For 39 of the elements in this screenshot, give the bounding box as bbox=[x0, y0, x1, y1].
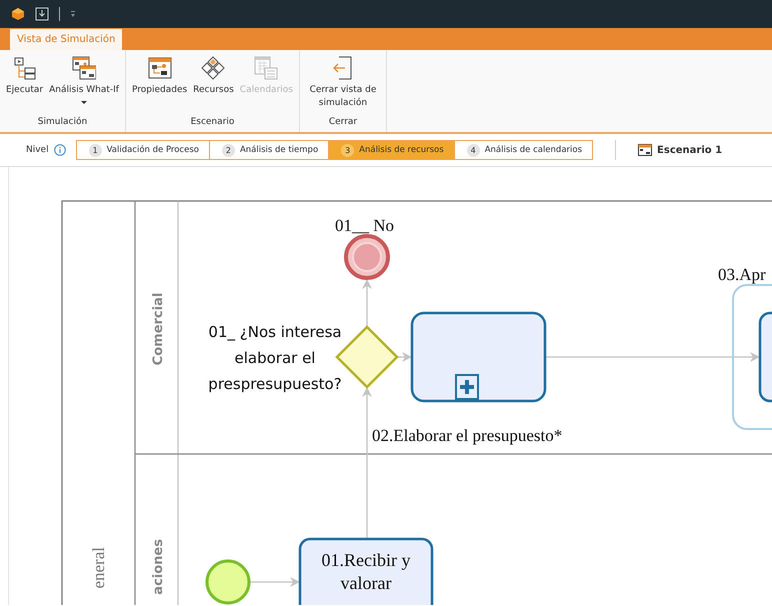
sequence-flow-arrow bbox=[397, 352, 412, 362]
lane-label: Comercial bbox=[151, 292, 166, 366]
app-logo-icon bbox=[11, 7, 25, 21]
task[interactable] bbox=[298, 538, 434, 605]
pool-label: eneral bbox=[89, 547, 108, 589]
info-icon[interactable] bbox=[54, 144, 66, 156]
scenario-button[interactable]: Escenario 1 bbox=[632, 143, 728, 157]
level-step[interactable]: 3 Análisis de recursos bbox=[329, 141, 455, 159]
sequence-flow-arrow bbox=[250, 577, 300, 587]
ribbon-button[interactable]: Ejecutar bbox=[4, 54, 46, 115]
diamonds-icon bbox=[201, 56, 226, 80]
start-event[interactable] bbox=[206, 560, 250, 604]
node-label: 03.Apr bbox=[718, 265, 766, 284]
group-label: Cerrar bbox=[328, 116, 358, 129]
ribbon-button[interactable]: Recursos bbox=[191, 54, 236, 115]
expand-icon[interactable] bbox=[455, 374, 479, 400]
level-label: Nivel bbox=[26, 145, 49, 155]
window-icon bbox=[638, 144, 652, 156]
end-event[interactable] bbox=[344, 234, 390, 280]
sequence-flow-arrow bbox=[362, 279, 372, 327]
node-label: 01.Recibir y valorar bbox=[322, 550, 410, 593]
run-icon bbox=[12, 56, 37, 80]
node-label: 01_ ¿Nos interesa elaborar el prespresupuesto? bbox=[208, 323, 342, 393]
save-icon[interactable] bbox=[35, 7, 49, 21]
node-label: 02.Elaborar el presupuesto* bbox=[372, 426, 562, 445]
group-label: Simulación bbox=[36, 116, 88, 129]
node-label: 01__ No bbox=[335, 216, 394, 235]
windows-icon bbox=[72, 56, 96, 80]
subprocess[interactable] bbox=[410, 312, 546, 402]
window-diagram-icon bbox=[148, 56, 172, 80]
dropdown-icon[interactable] bbox=[70, 10, 76, 18]
caret-icon[interactable] bbox=[81, 101, 88, 104]
lane-label: aciones bbox=[151, 539, 166, 595]
group-frame[interactable] bbox=[732, 284, 772, 430]
ribbon-button[interactable]: Cerrar vista de simulación bbox=[304, 54, 382, 115]
group-label: Escenario bbox=[190, 116, 236, 129]
ribbon-button[interactable]: Propiedades bbox=[130, 54, 190, 115]
calendar-icon bbox=[254, 56, 278, 80]
ribbon-button[interactable]: Análisis What-If bbox=[47, 54, 121, 115]
